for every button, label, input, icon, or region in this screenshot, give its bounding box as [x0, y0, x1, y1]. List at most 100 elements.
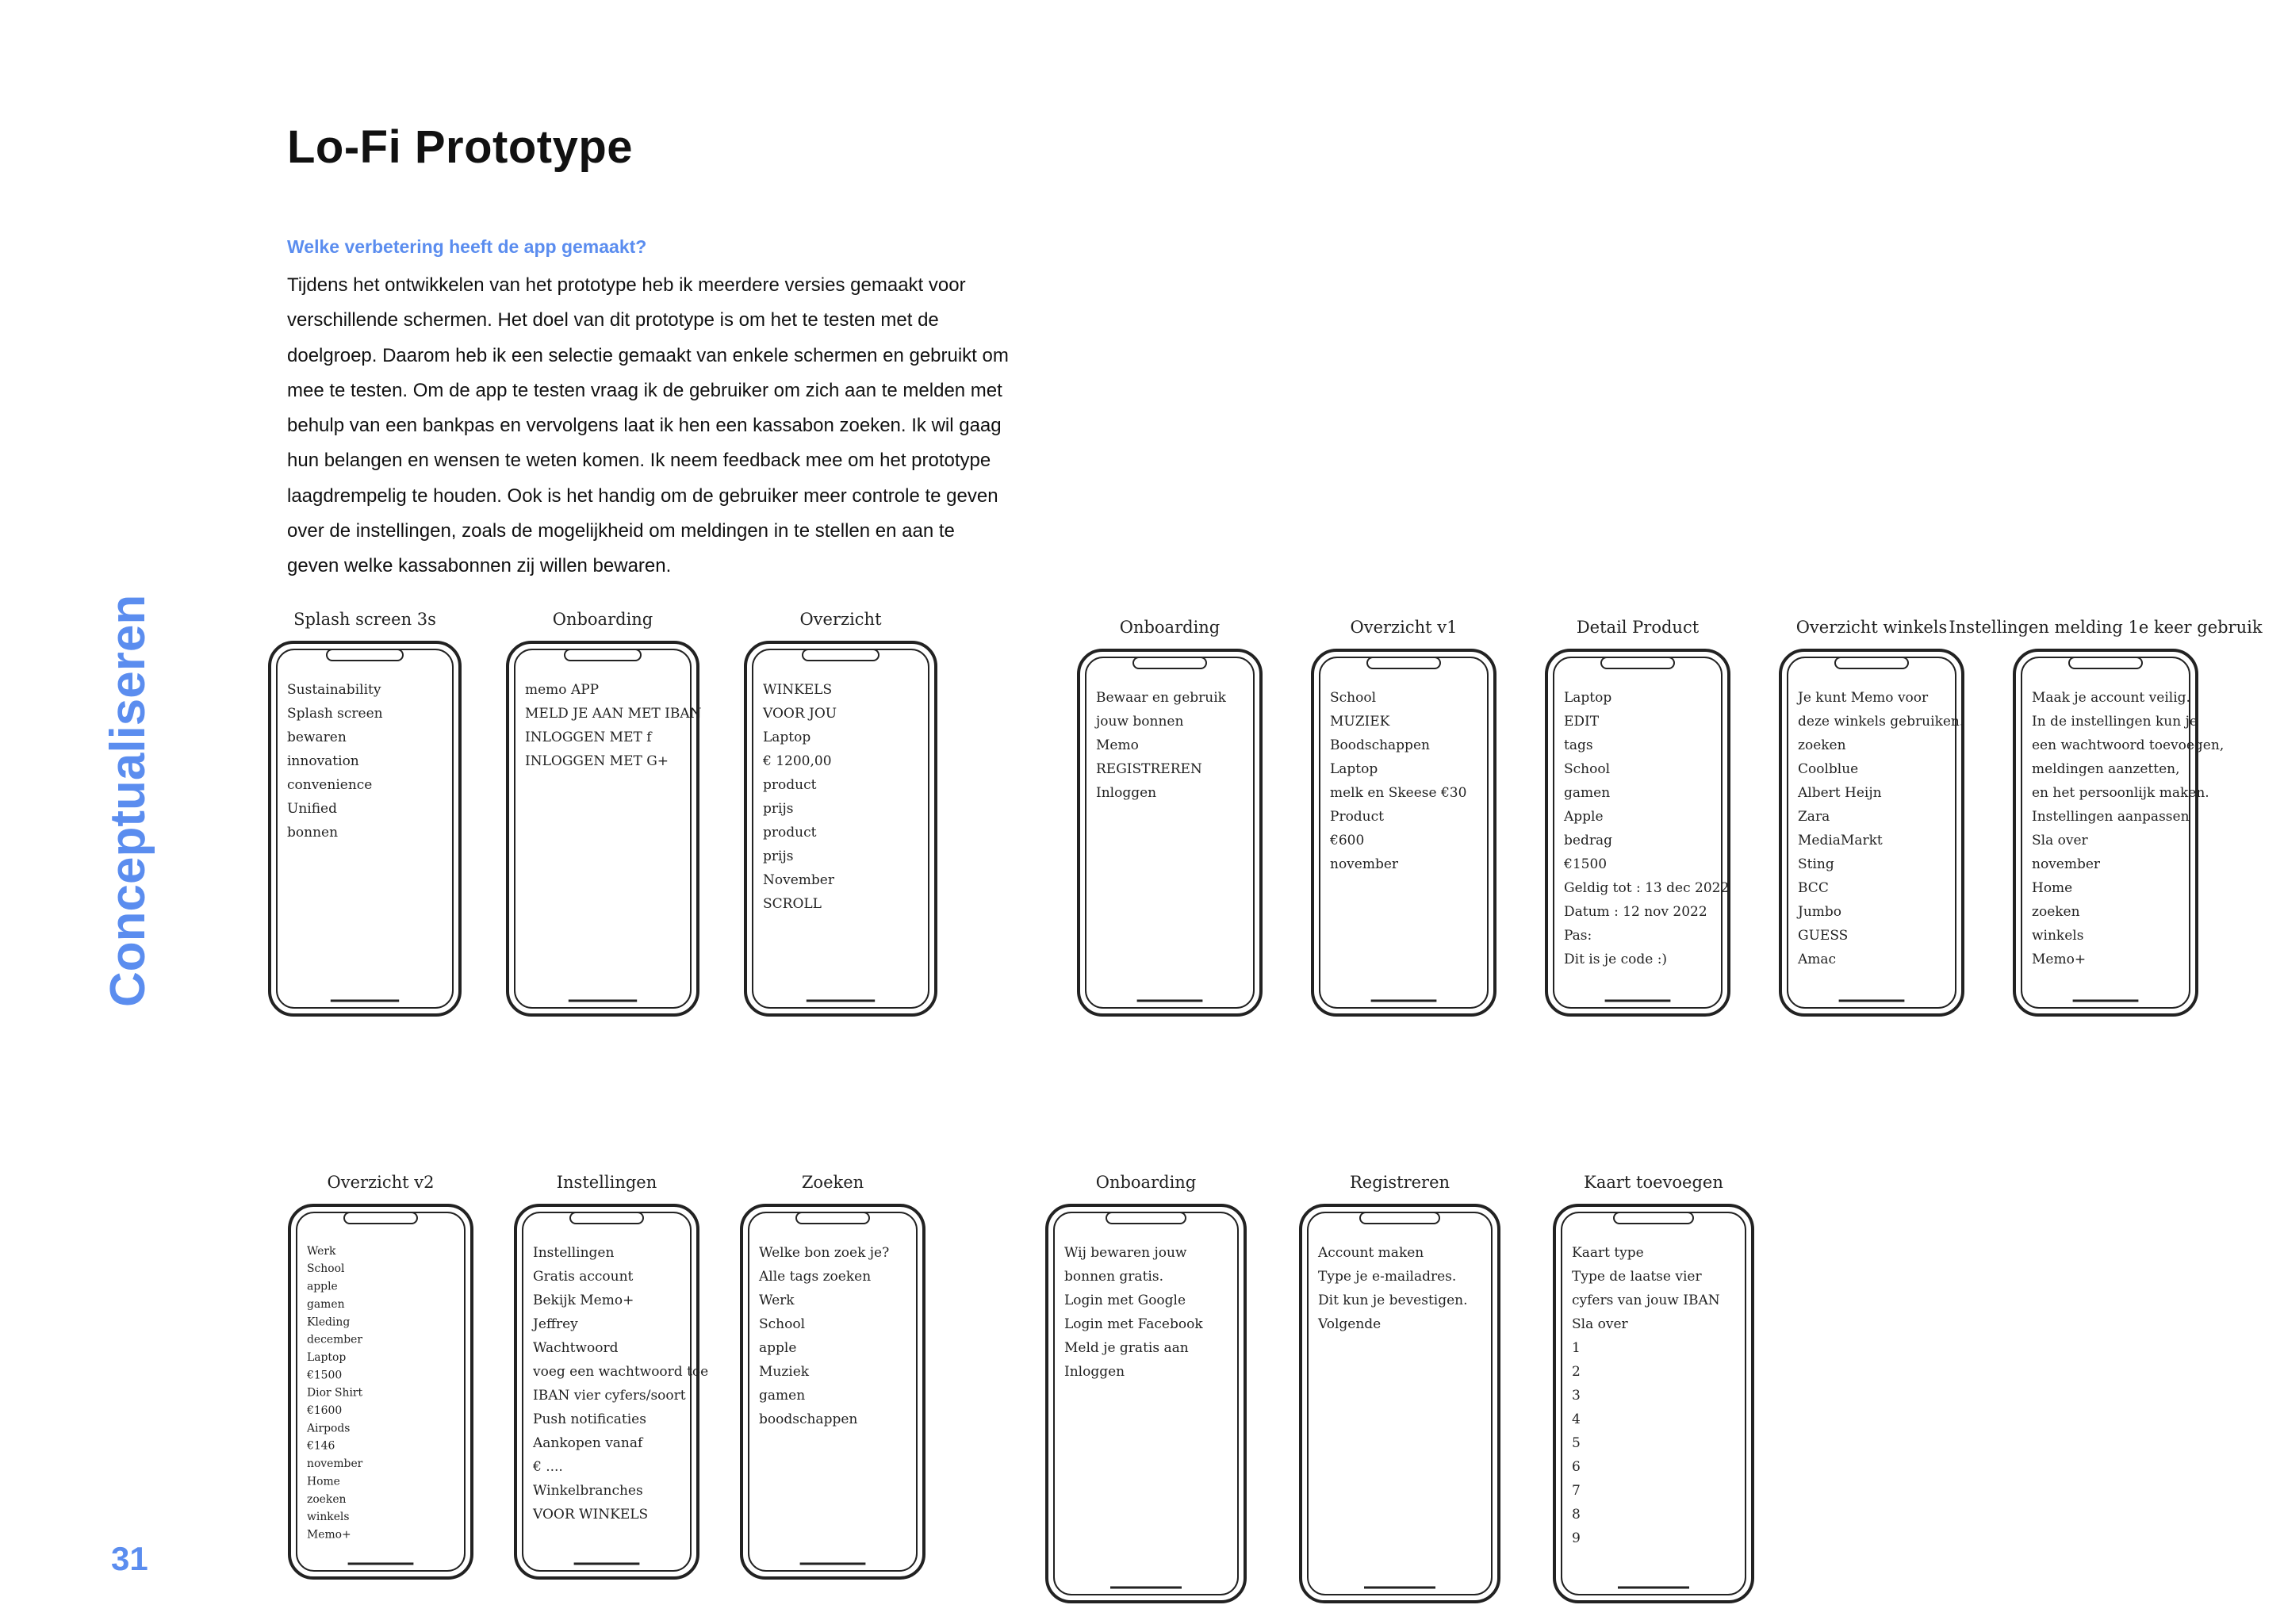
sketch-text: INLOGGEN MET f	[525, 730, 653, 745]
body-line: hun belangen en wensen te weten komen. I…	[287, 450, 991, 472]
sketch-title: Splash screen 3s	[293, 610, 436, 629]
sketch-text: WINKELS	[763, 682, 832, 698]
sketch-text: Laptop	[1330, 761, 1378, 777]
sketch-text: €1500	[1563, 856, 1607, 872]
sketch-phone: Kaart toevoegen Kaart type Type de laatse …	[1553, 1173, 1754, 1603]
phone-notch	[802, 649, 879, 661]
sketch-text: zoeken	[2032, 904, 2080, 920]
sketch-text: Je kunt Memo voor	[1796, 690, 1929, 706]
sketch-text: prijs	[763, 848, 793, 864]
sketch-text: Laptop	[763, 730, 811, 745]
sketch-text: Boodschappen	[1330, 737, 1430, 753]
sketch-phone: Overzicht v1 School MUZIEK Boodschappen Lapt…	[1311, 618, 1496, 1017]
sketch-text: Dior Shirt	[307, 1387, 363, 1400]
sketch-text: Geldig tot : 13 dec 2022	[1564, 880, 1729, 896]
sketch-title: Zoeken	[802, 1173, 864, 1192]
sketch-text: In de instellingen kun je	[2032, 714, 2198, 730]
sketch-text: december	[307, 1334, 362, 1346]
sketch-text: apple	[307, 1281, 338, 1293]
sketch-text: convenience	[287, 777, 372, 793]
sketch-text: product	[763, 777, 817, 793]
sketch-text: Home	[307, 1475, 340, 1488]
sketch-text: Albert Heijn	[1797, 785, 1882, 801]
sketch-text: Login met Google	[1064, 1293, 1186, 1308]
sketch-title: Overzicht v2	[328, 1173, 435, 1192]
body-paragraph: Tijdens het ontwikkelen van het prototyp…	[287, 268, 1080, 584]
sketch-text: november	[1330, 856, 1399, 872]
sketch-text: bewaren	[287, 730, 347, 745]
body-line: behulp van een bankpas en vervolgens laa…	[287, 415, 1002, 437]
sketch-text: 9	[1572, 1530, 1581, 1546]
sketch-text: innovation	[287, 753, 359, 769]
phone-frame	[1045, 1204, 1247, 1603]
body-line: Tijdens het ontwikkelen van het prototyp…	[287, 274, 966, 296]
sketch-text: Wij bewaren jouw	[1064, 1245, 1187, 1261]
sketch-text: bedrag	[1564, 833, 1612, 848]
sketch-text: Laptop	[1564, 690, 1611, 706]
sketch-text: zoeken	[1798, 737, 1846, 753]
sketch-text: School	[307, 1262, 345, 1275]
sketch-text: Apple	[1563, 809, 1604, 825]
sketch-text: SCROLL	[763, 896, 822, 912]
sketch-text: Werk	[307, 1245, 336, 1258]
sketch-text: Sla over	[2032, 833, 2089, 848]
sketch-text: Coolblue	[1798, 761, 1858, 777]
sketch-text: Instellingen aanpassen	[2032, 809, 2190, 825]
sketch-text: Inloggen	[1064, 1364, 1125, 1380]
sketch-phone: Splash screen 3s Sustainability Splash scr…	[268, 610, 462, 1017]
sketch-text: Inloggen	[1096, 785, 1156, 801]
sketch-text: School	[1330, 690, 1376, 706]
sketch-text: School	[759, 1316, 805, 1332]
sketch-text: IBAN vier cyfers/soort	[533, 1388, 686, 1404]
sketch-title: Onboarding	[1096, 1173, 1197, 1192]
phone-notch	[1359, 1212, 1440, 1224]
sketch-text: november	[307, 1457, 363, 1470]
sketch-text: Splash screen	[287, 706, 383, 722]
sketch-text: Pas:	[1564, 928, 1592, 944]
body-line: laagdrempelig te houden. Ook is het hand…	[287, 485, 998, 507]
sketch-text: Winkelbranches	[533, 1483, 643, 1499]
page-title: Lo-Fi Prototype	[287, 121, 634, 173]
sketch-title: Overzicht	[799, 610, 882, 629]
sketch-text: VOOR JOU	[762, 706, 837, 722]
sketch-title: Kaart toevoegen	[1584, 1173, 1723, 1192]
body-line: mee te testen. Om de app te testen vraag…	[287, 379, 1002, 401]
sketch-text: tags	[1564, 737, 1593, 753]
sketch-text: Zara	[1798, 809, 1830, 825]
sketch-title: Instellingen	[557, 1173, 657, 1192]
sketch-text: Meld je gratis aan	[1064, 1340, 1189, 1356]
sketch-text: Sting	[1798, 856, 1834, 872]
sketch-text: Sustainability	[287, 682, 381, 698]
sketch-text: Kleding	[307, 1316, 350, 1328]
sketch-text: € 1200,00	[762, 753, 832, 769]
sketch-text: Muziek	[759, 1364, 810, 1380]
sketch-text: Type je e-mailadres.	[1318, 1269, 1456, 1285]
sketch-text: Kaart type	[1572, 1245, 1644, 1261]
sketch-text: €1500	[306, 1369, 342, 1381]
sketch-text: €1600	[306, 1404, 342, 1417]
sketch-phone: Onboarding memo APP MELD JE AAN MET IBAN IN…	[506, 610, 702, 1017]
sketch-title: Instellingen melding 1e keer gebruik	[1949, 618, 2262, 637]
phone-frame	[1299, 1204, 1500, 1603]
sketch-text: Welke bon zoek je?	[759, 1245, 889, 1261]
sketch-text: 8	[1572, 1507, 1581, 1522]
sketch-text: Product	[1330, 809, 1384, 825]
sketch-text: memo APP	[525, 682, 599, 698]
sketch-text: Amac	[1797, 952, 1836, 967]
sketch-text: 7	[1572, 1483, 1581, 1499]
sketch-text: Gratis account	[533, 1269, 634, 1285]
phone-notch	[326, 649, 404, 661]
page-number: 31	[111, 1540, 148, 1577]
sketch-text: Instellingen	[533, 1245, 614, 1261]
sketch-phone: Registreren Account maken Type je e-mailad…	[1299, 1173, 1500, 1603]
sketch-text: zoeken	[307, 1493, 347, 1506]
sketch-text: Jumbo	[1796, 904, 1841, 920]
sketch-text: GUESS	[1798, 928, 1848, 944]
section-side-label: Conceptualiseren	[101, 594, 155, 1007]
sketch-text: een wachtwoord toevoegen,	[2032, 737, 2224, 753]
sketch-text: winkels	[2032, 928, 2083, 944]
sketch-text: Alle tags zoeken	[758, 1269, 871, 1285]
sketch-text: gamen	[759, 1388, 805, 1404]
sketch-text: boodschappen	[759, 1411, 857, 1427]
sketch-text: 2	[1572, 1364, 1581, 1380]
